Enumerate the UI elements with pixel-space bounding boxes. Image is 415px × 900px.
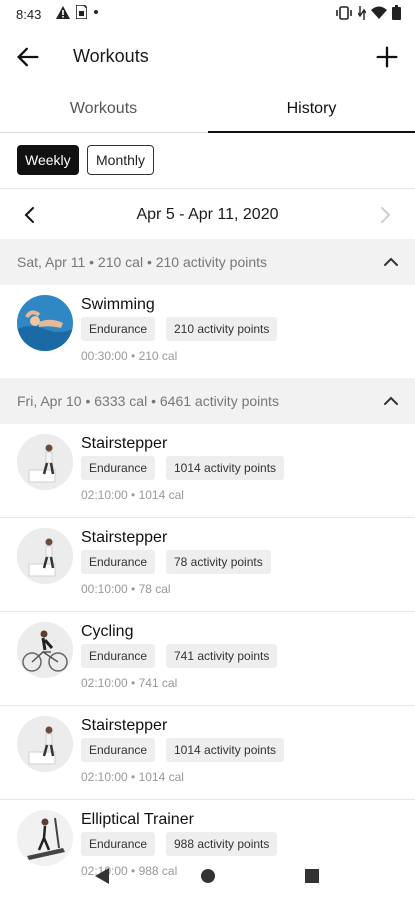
page-title: Workouts [73, 46, 149, 66]
workout-name: Swimming [81, 296, 155, 313]
workout-meta: 02:10:00 • 1014 cal [81, 488, 184, 502]
workout-item[interactable]: Swimming Endurance 210 activity points 0… [0, 285, 415, 379]
monthly-toggle[interactable]: Monthly [87, 145, 155, 175]
sim-icon [76, 5, 87, 19]
workout-item[interactable]: Stairstepper Endurance 78 activity point… [0, 518, 415, 612]
day-summary: Fri, Apr 10 • 6333 cal • 6461 activity p… [17, 393, 279, 409]
system-nav-bar [0, 860, 415, 900]
back-arrow-icon[interactable] [14, 43, 42, 71]
day-summary: Sat, Apr 11 • 210 cal • 210 activity poi… [17, 254, 268, 270]
workout-meta: 02:10:00 • 741 cal [81, 676, 178, 690]
workout-name: Elliptical Trainer [81, 811, 194, 828]
elliptical-icon [17, 810, 73, 866]
category-chip: Endurance [81, 317, 156, 341]
chevron-right-icon[interactable] [373, 203, 397, 227]
stairstepper-icon [17, 434, 73, 490]
workout-item[interactable]: Cycling Endurance 741 activity points 02… [0, 612, 415, 706]
points-chip: 1014 activity points [166, 456, 285, 480]
category-chip: Endurance [81, 832, 156, 856]
category-chip: Endurance [81, 456, 156, 480]
app-bar: Workouts [0, 30, 415, 82]
points-chip: 741 activity points [166, 644, 278, 668]
workout-name: Cycling [81, 623, 134, 640]
points-chip: 210 activity points [166, 317, 278, 341]
dot-icon [94, 10, 98, 14]
data-icon [358, 5, 366, 20]
points-chip: 988 activity points [166, 832, 278, 856]
workout-item[interactable]: Stairstepper Endurance 1014 activity poi… [0, 424, 415, 518]
stairstepper-icon [17, 716, 73, 772]
category-chip: Endurance [81, 550, 156, 574]
workout-name: Stairstepper [81, 717, 168, 734]
add-icon[interactable] [373, 43, 401, 71]
category-chip: Endurance [81, 738, 156, 762]
day-header[interactable]: Sat, Apr 11 • 210 cal • 210 activity poi… [0, 239, 415, 285]
chevron-up-icon[interactable] [379, 389, 403, 413]
workout-meta: 00:30:00 • 210 cal [81, 349, 178, 363]
cycling-icon [17, 622, 73, 678]
status-bar: 8:43 [0, 0, 415, 30]
tab-bar: Workouts History [0, 88, 415, 133]
divider [0, 188, 415, 189]
vibrate-icon [336, 5, 352, 20]
nav-back-icon[interactable] [93, 867, 111, 885]
tab-workouts[interactable]: Workouts [0, 88, 207, 132]
date-range-nav: Apr 5 - Apr 11, 2020 [0, 195, 415, 235]
workout-name: Stairstepper [81, 529, 168, 546]
status-time: 8:43 [16, 7, 42, 22]
warning-icon [56, 5, 70, 19]
points-chip: 78 activity points [166, 550, 271, 574]
battery-icon [392, 5, 401, 20]
date-range-label: Apr 5 - Apr 11, 2020 [136, 206, 279, 223]
wifi-icon [371, 6, 387, 19]
workout-name: Stairstepper [81, 435, 168, 452]
workout-item[interactable]: Stairstepper Endurance 1014 activity poi… [0, 706, 415, 800]
points-chip: 1014 activity points [166, 738, 285, 762]
category-chip: Endurance [81, 644, 156, 668]
nav-recents-icon[interactable] [303, 867, 321, 885]
chevron-up-icon[interactable] [379, 250, 403, 274]
workout-meta: 02:10:00 • 1014 cal [81, 770, 184, 784]
tab-history[interactable]: History [208, 88, 415, 133]
nav-home-icon[interactable] [199, 867, 217, 885]
weekly-toggle[interactable]: Weekly [17, 145, 79, 175]
workout-meta: 00:10:00 • 78 cal [81, 582, 171, 596]
swimming-icon [17, 295, 73, 351]
stairstepper-icon [17, 528, 73, 584]
day-header[interactable]: Fri, Apr 10 • 6333 cal • 6461 activity p… [0, 378, 415, 424]
